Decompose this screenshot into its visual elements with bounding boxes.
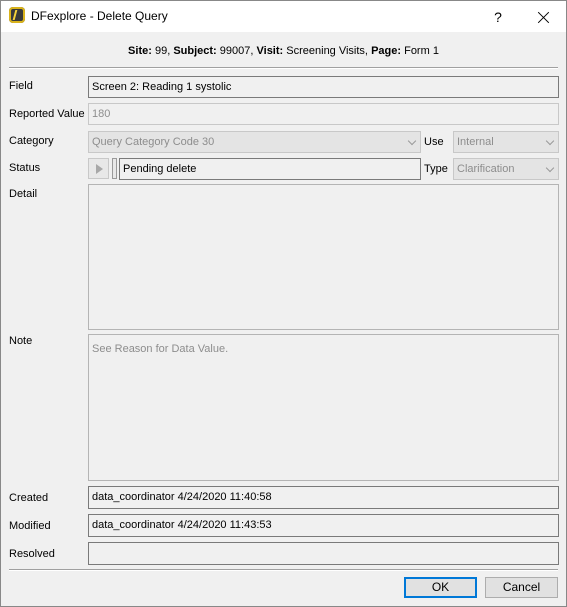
dialog-window: DFexplore - Delete Query ? Site: 99, Sub… bbox=[0, 0, 567, 607]
status-play-button[interactable] bbox=[88, 158, 109, 179]
footer-divider bbox=[9, 569, 558, 571]
category-value: Query Category Code 30 bbox=[92, 136, 215, 148]
category-select[interactable]: Query Category Code 30 bbox=[88, 131, 421, 153]
resolved-label: Resolved bbox=[9, 548, 55, 560]
app-icon bbox=[9, 7, 25, 23]
query-context: Site: 99, Subject: 99007, Visit: Screeni… bbox=[1, 45, 566, 57]
use-label: Use bbox=[424, 136, 444, 148]
subject-label: Subject: bbox=[173, 45, 217, 57]
page-label: Page: bbox=[371, 45, 402, 57]
chevron-down-icon bbox=[407, 136, 417, 146]
modified-label: Modified bbox=[9, 520, 51, 532]
window-title: DFexplore - Delete Query bbox=[31, 9, 168, 23]
title-bar[interactable]: DFexplore - Delete Query ? bbox=[1, 1, 566, 32]
field-value: Screen 2: Reading 1 systolic bbox=[88, 76, 559, 98]
close-button[interactable] bbox=[521, 1, 567, 32]
use-select[interactable]: Internal bbox=[453, 131, 559, 153]
reported-value-label: Reported Value bbox=[9, 108, 85, 120]
note-textarea[interactable]: See Reason for Data Value. bbox=[88, 334, 559, 481]
status-label: Status bbox=[9, 162, 41, 174]
resolved-field bbox=[88, 542, 559, 565]
status-field: Pending delete bbox=[119, 158, 421, 180]
visit-value: Screening Visits, bbox=[286, 45, 368, 57]
type-value: Clarification bbox=[457, 163, 515, 175]
detail-label: Detail bbox=[9, 188, 38, 200]
created-label: Created bbox=[9, 492, 49, 504]
reported-value-field: 180 bbox=[88, 103, 559, 125]
header-divider bbox=[9, 67, 558, 69]
type-label: Type bbox=[424, 163, 448, 175]
field-label: Field bbox=[9, 80, 33, 92]
site-label: Site: bbox=[128, 45, 152, 57]
type-select[interactable]: Clarification bbox=[453, 158, 559, 180]
category-label: Category bbox=[9, 135, 54, 147]
detail-textarea[interactable] bbox=[88, 184, 559, 330]
note-label: Note bbox=[9, 335, 33, 347]
cancel-button[interactable]: Cancel bbox=[485, 577, 558, 598]
created-field: data_coordinator 4/24/2020 11:40:58 bbox=[88, 486, 559, 509]
modified-field: data_coordinator 4/24/2020 11:43:53 bbox=[88, 514, 559, 537]
site-value: 99, bbox=[154, 45, 171, 57]
chevron-down-icon bbox=[545, 163, 555, 173]
play-icon bbox=[96, 164, 103, 174]
subject-value: 99007, bbox=[219, 45, 254, 57]
chevron-down-icon bbox=[545, 136, 555, 146]
help-button[interactable]: ? bbox=[475, 1, 521, 32]
visit-label: Visit: bbox=[256, 45, 284, 57]
status-indicator bbox=[112, 158, 117, 179]
close-icon bbox=[538, 11, 550, 23]
use-value: Internal bbox=[457, 136, 494, 148]
ok-button[interactable]: OK bbox=[404, 577, 477, 598]
page-value: Form 1 bbox=[404, 45, 439, 57]
